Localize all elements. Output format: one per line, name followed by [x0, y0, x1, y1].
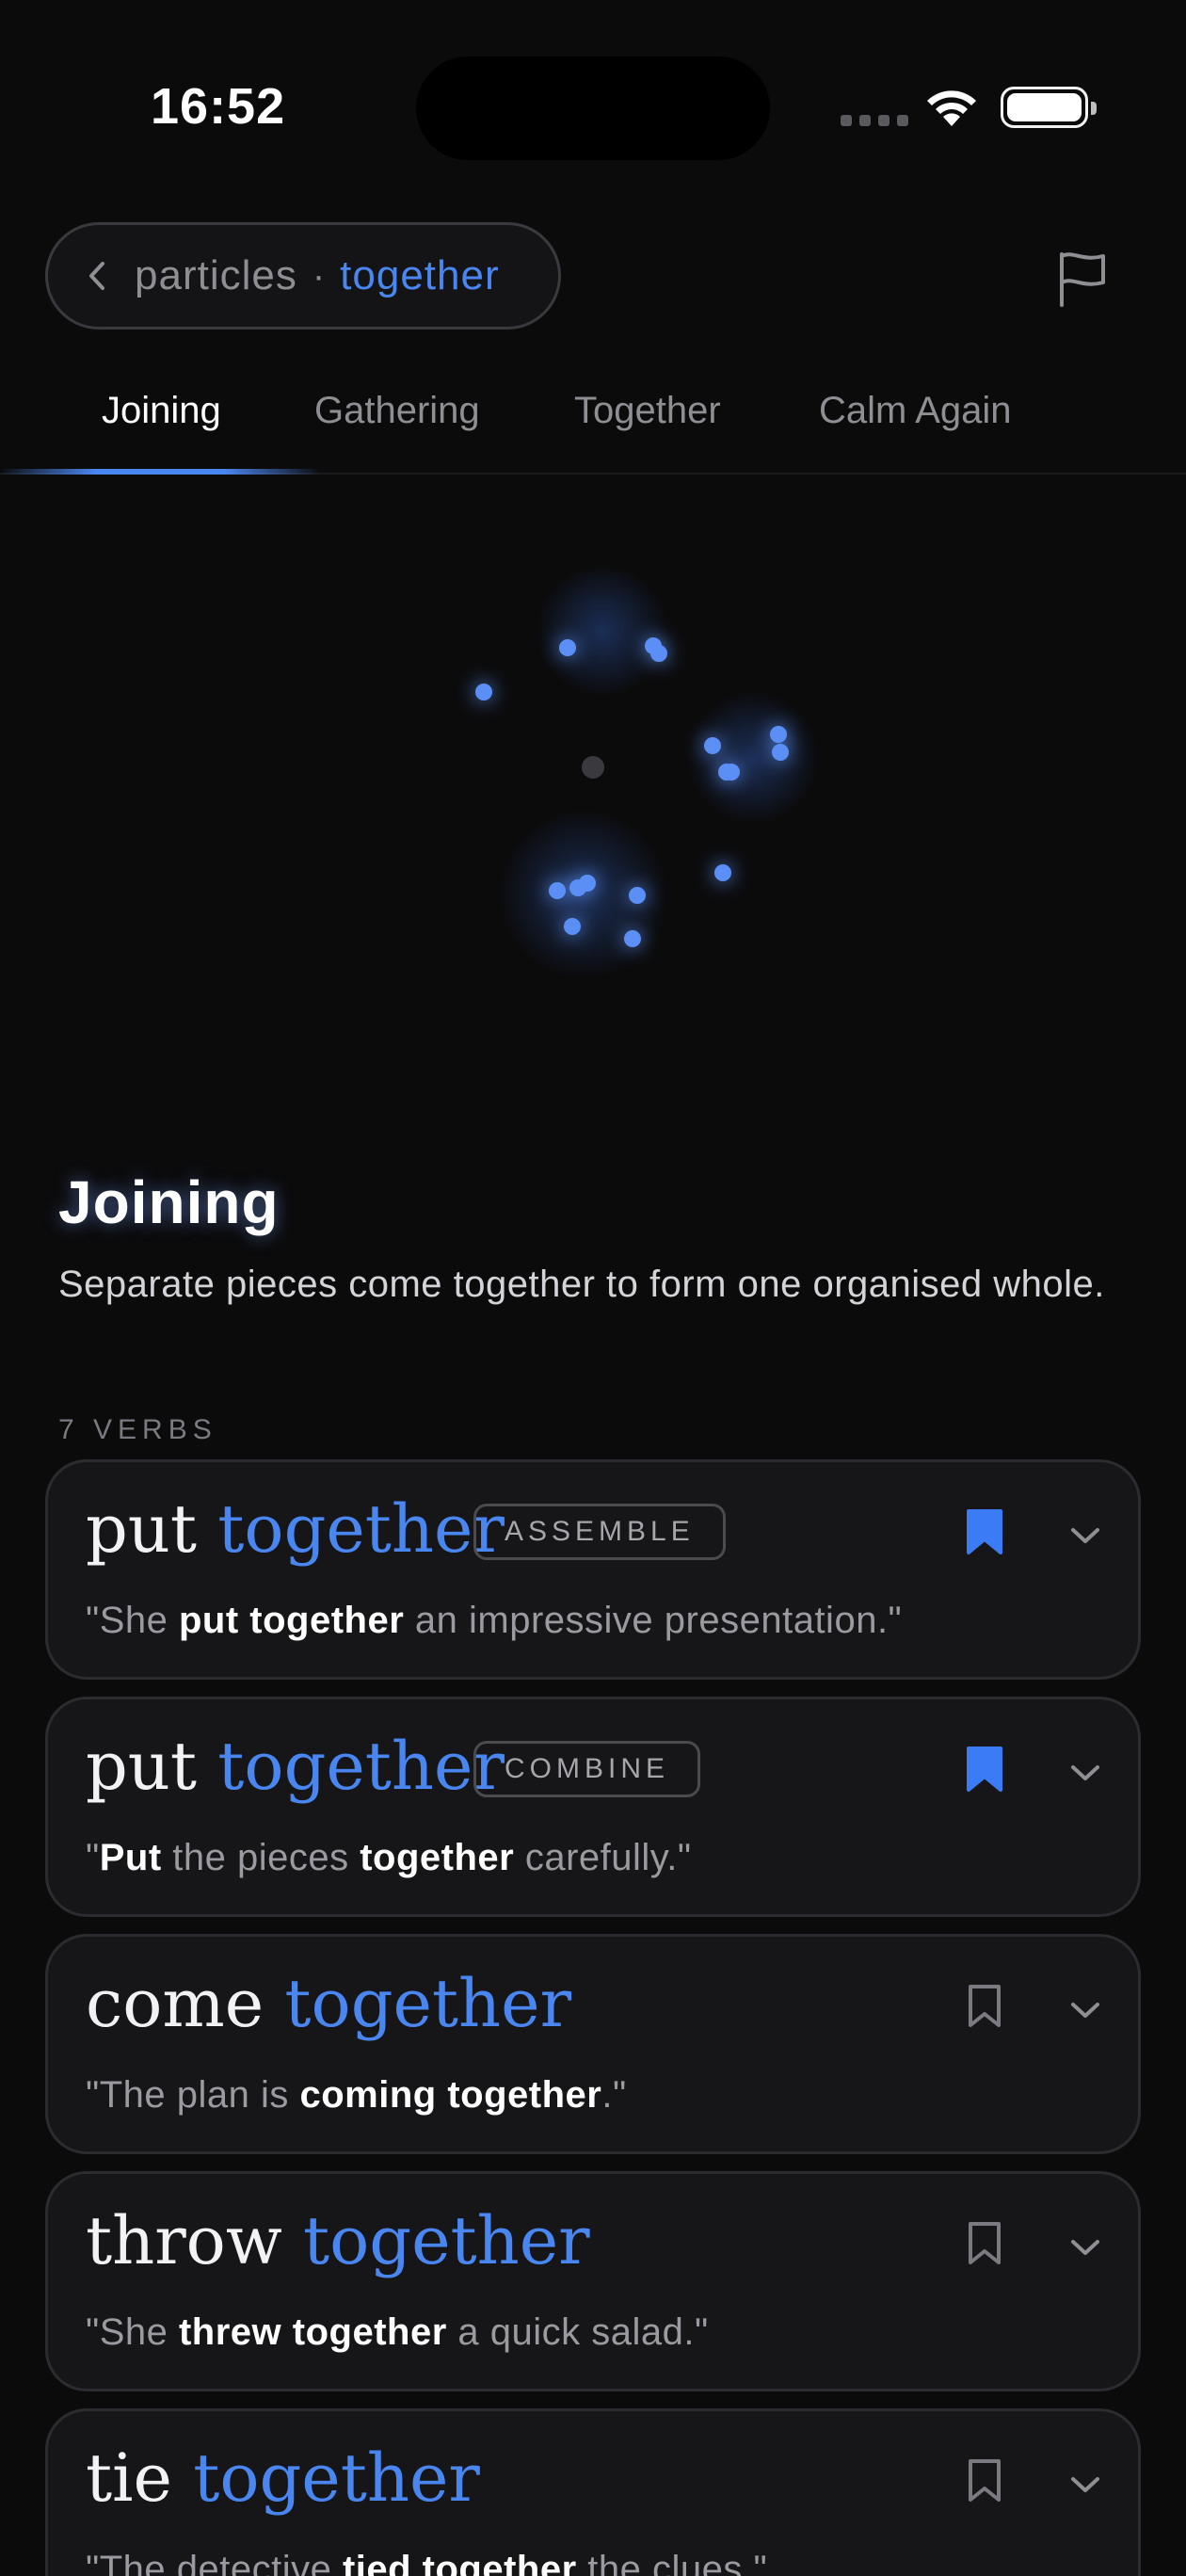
particle [650, 645, 667, 662]
back-chevron-icon [86, 260, 123, 292]
tab-joining[interactable]: Joining [102, 390, 221, 432]
section-description: Separate pieces come together to form on… [58, 1264, 1105, 1305]
verb-card[interactable]: tie together "The detective tied togethe… [45, 2408, 1141, 2576]
chevron-down-icon [1071, 2003, 1099, 2018]
section-title: Joining [58, 1168, 280, 1236]
breadcrumb-parent: particles [135, 252, 297, 298]
verb-card[interactable]: put together ASSEMBLE "She put together … [45, 1459, 1141, 1680]
particle [723, 764, 740, 781]
verb-tag: COMBINE [473, 1741, 701, 1797]
bookmark-icon[interactable] [963, 1507, 1006, 1556]
particle [579, 875, 596, 892]
tab-together[interactable]: Together [574, 390, 721, 432]
chevron-down-icon [1071, 1765, 1099, 1780]
expand-button[interactable] [1066, 2229, 1104, 2266]
tab-active-indicator [0, 469, 320, 475]
particle [770, 726, 787, 743]
verb-example: "She put together an impressive presenta… [86, 1600, 903, 1641]
particle-animation [475, 565, 819, 979]
cellular-icon [841, 115, 908, 126]
particle [549, 882, 566, 899]
battery-icon [1001, 87, 1097, 128]
report-flag-button[interactable] [1045, 241, 1120, 316]
expand-button[interactable] [1066, 2466, 1104, 2504]
verb-example: "The detective tied together the clues." [86, 2549, 768, 2576]
particle [475, 684, 492, 700]
expand-button[interactable] [1066, 1754, 1104, 1792]
verb-example: "She threw together a quick salad." [86, 2311, 709, 2353]
expand-button[interactable] [1066, 1517, 1104, 1554]
bookmark-icon[interactable] [963, 1745, 1006, 1794]
sense-tabs: Joining Gathering Together Calm Again [0, 377, 1186, 475]
verb-card[interactable]: come together "The plan is coming togeth… [45, 1934, 1141, 2154]
breadcrumb-separator: · [312, 254, 326, 297]
status-time: 16:52 [151, 78, 286, 135]
verb-tag: ASSEMBLE [473, 1504, 726, 1560]
particle [564, 918, 581, 935]
verb-example: "Put the pieces together carefully." [86, 1837, 692, 1878]
tab-gathering[interactable]: Gathering [314, 390, 480, 432]
verb-card[interactable]: throw together "She threw together a qui… [45, 2171, 1141, 2391]
particle [704, 737, 721, 754]
verb-count: 7 VERBS [58, 1414, 217, 1445]
expand-button[interactable] [1066, 1991, 1104, 2029]
verb-title: tie together [86, 2439, 480, 2517]
verb-title: come together [86, 1965, 572, 2042]
particle [772, 744, 789, 761]
particle [629, 887, 646, 904]
tab-calm-again[interactable]: Calm Again [819, 390, 1012, 432]
bookmark-icon[interactable] [963, 2456, 1006, 2505]
verb-title: throw together [86, 2202, 590, 2279]
verb-title: put together [86, 1728, 505, 1805]
bookmark-icon[interactable] [963, 1982, 1006, 2031]
chevron-down-icon [1071, 1528, 1099, 1543]
wifi-icon [927, 90, 976, 126]
bookmark-icon[interactable] [963, 2219, 1006, 2268]
dynamic-island [416, 56, 770, 160]
flag-icon [1060, 252, 1105, 307]
center-particle [582, 756, 604, 779]
verb-card[interactable]: put together COMBINE "Put the pieces tog… [45, 1697, 1141, 1917]
particle [624, 930, 641, 947]
verb-title: put together [86, 1490, 505, 1568]
chevron-down-icon [1071, 2477, 1099, 2492]
chevron-down-icon [1071, 2240, 1099, 2255]
particle [559, 639, 576, 656]
breadcrumb-current: together [340, 252, 500, 298]
status-bar: 16:52 [0, 0, 1186, 188]
breadcrumb-back-button[interactable]: particles · together [45, 222, 561, 330]
verb-example: "The plan is coming together." [86, 2074, 627, 2116]
particle [714, 864, 731, 881]
